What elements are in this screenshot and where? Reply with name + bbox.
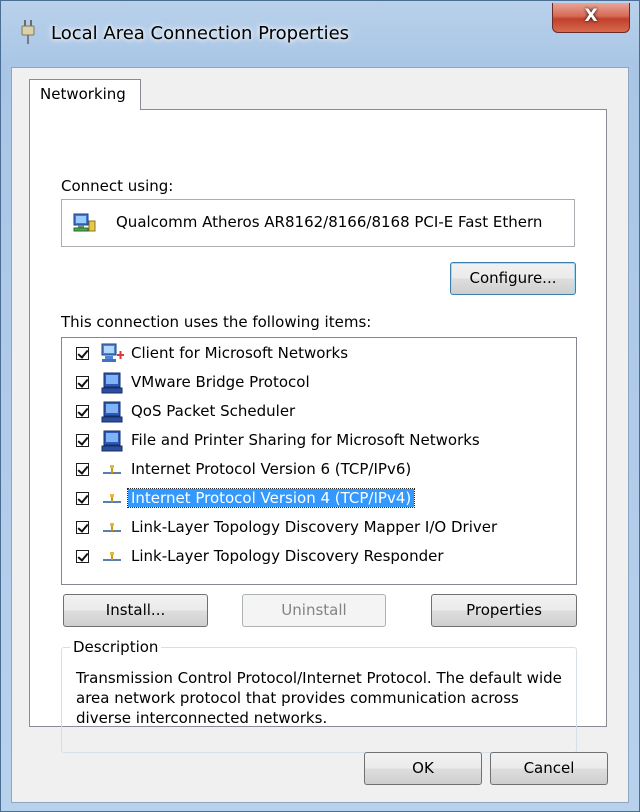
network-protocol-icon <box>103 465 121 474</box>
list-item[interactable]: Link-Layer Topology Discovery Mapper I/O… <box>62 514 576 543</box>
item-checkbox[interactable] <box>76 376 89 389</box>
item-label: Client for Microsoft Networks <box>131 344 349 362</box>
ok-button[interactable]: OK <box>364 752 482 785</box>
cancel-label: Cancel <box>523 759 575 777</box>
title-bar[interactable]: Local Area Connection Properties X <box>1 1 639 67</box>
adapter-field: Qualcomm Atheros AR8162/8166/8168 PCI-E … <box>61 199 575 247</box>
description-group: Description Transmission Control Protoco… <box>61 638 577 753</box>
install-button[interactable]: Install... <box>63 594 208 627</box>
items-list[interactable]: Client for Microsoft Networks VMware Bri… <box>61 337 577 585</box>
network-client-icon <box>101 343 124 362</box>
item-label: File and Printer Sharing for Microsoft N… <box>131 431 480 449</box>
item-label: Internet Protocol Version 6 (TCP/IPv6) <box>131 460 412 478</box>
item-checkbox[interactable] <box>76 347 89 360</box>
configure-label: Configure... <box>469 269 557 287</box>
uninstall-button[interactable]: Uninstall <box>242 594 386 627</box>
cancel-button[interactable]: Cancel <box>490 752 608 785</box>
properties-label: Properties <box>466 601 542 619</box>
network-protocol-icon <box>103 552 121 561</box>
description-legend: Description <box>70 638 162 656</box>
list-item[interactable]: VMware Bridge Protocol <box>62 369 576 398</box>
item-checkbox[interactable] <box>76 492 89 505</box>
item-checkbox[interactable] <box>76 405 89 418</box>
install-label: Install... <box>105 601 166 619</box>
network-protocol-icon <box>103 494 121 503</box>
item-checkbox[interactable] <box>76 463 89 476</box>
dialog-client-area: Networking Connect using: Qualcomm Ather… <box>11 67 629 803</box>
item-checkbox[interactable] <box>76 521 89 534</box>
description-text: Transmission Control Protocol/Internet P… <box>76 669 562 727</box>
item-label: Internet Protocol Version 4 (TCP/IPv4) <box>126 488 416 508</box>
item-label: Link-Layer Topology Discovery Mapper I/O… <box>131 518 498 536</box>
adapter-name: Qualcomm Atheros AR8162/8166/8168 PCI-E … <box>116 213 543 231</box>
list-item[interactable]: Client for Microsoft Networks <box>62 340 576 369</box>
item-label: Link-Layer Topology Discovery Responder <box>131 547 444 565</box>
properties-button[interactable]: Properties <box>431 594 577 627</box>
list-item[interactable]: QoS Packet Scheduler <box>62 398 576 427</box>
items-label: This connection uses the following items… <box>61 313 372 331</box>
window-title: Local Area Connection Properties <box>51 23 350 44</box>
ok-label: OK <box>412 759 434 777</box>
network-service-icon <box>101 372 123 394</box>
close-button[interactable]: X <box>552 3 630 33</box>
network-service-icon <box>101 430 123 452</box>
close-icon: X <box>584 6 598 26</box>
item-label: VMware Bridge Protocol <box>131 373 310 391</box>
list-item[interactable]: File and Printer Sharing for Microsoft N… <box>62 427 576 456</box>
networking-panel: Connect using: Qualcomm Atheros AR8162/8… <box>29 109 607 753</box>
connect-using-label: Connect using: <box>61 177 174 195</box>
network-protocol-icon <box>103 523 121 532</box>
list-item[interactable]: Link-Layer Topology Discovery Responder <box>62 543 576 572</box>
list-item[interactable]: Internet Protocol Version 6 (TCP/IPv6) <box>62 456 576 485</box>
configure-button[interactable]: Configure... <box>450 262 576 295</box>
item-label: QoS Packet Scheduler <box>131 402 296 420</box>
properties-window: Local Area Connection Properties X Netwo… <box>0 0 640 812</box>
list-item-selected[interactable]: Internet Protocol Version 4 (TCP/IPv4) <box>62 485 576 514</box>
item-checkbox[interactable] <box>76 434 89 447</box>
uninstall-label: Uninstall <box>281 601 347 619</box>
tab-networking[interactable]: Networking <box>29 79 141 110</box>
network-adapter-icon <box>73 213 96 232</box>
item-checkbox[interactable] <box>76 550 89 563</box>
plug-icon <box>21 20 35 44</box>
tab-label: Networking <box>40 85 126 103</box>
network-service-icon <box>101 401 123 423</box>
